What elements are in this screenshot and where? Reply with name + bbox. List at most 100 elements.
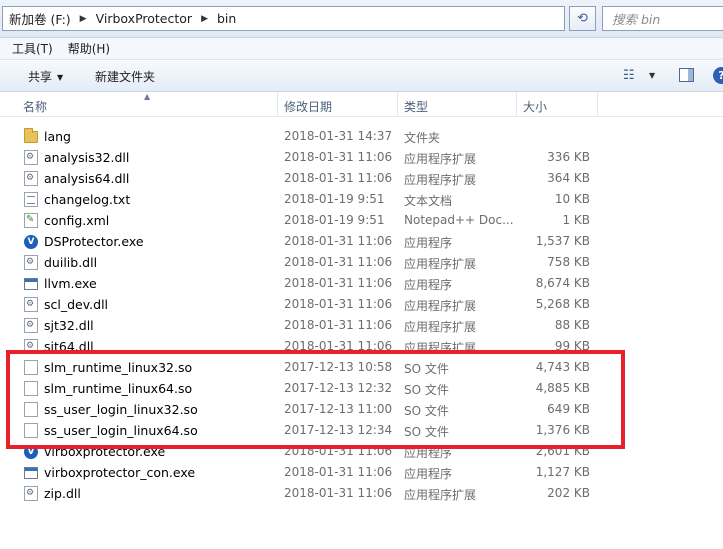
file-name: slm_runtime_linux64.so [44, 381, 193, 396]
file-size: 364 KB [547, 171, 590, 185]
search-placeholder: 搜索 bin [612, 12, 661, 27]
file-date: 2018-01-31 11:06 [284, 171, 393, 185]
file-row[interactable]: sjt32.dll 2018-01-31 11:06 应用程序扩展 88 KB [0, 315, 723, 336]
file-size: 336 KB [547, 150, 590, 164]
file-row[interactable]: analysis32.dll 2018-01-31 11:06 应用程序扩展 336 … [0, 147, 723, 168]
file-name: ss_user_login_linux32.so [44, 402, 198, 417]
file-row[interactable]: lang 2018-01-31 14:37 文件夹 [0, 126, 723, 147]
menu-tools[interactable]: 工具(T) [12, 40, 53, 57]
file-type: 应用程序 [404, 446, 453, 460]
file-type: 应用程序 [404, 236, 453, 250]
file-row[interactable]: ss_user_login_linux64.so 2017-12-13 12:34… [0, 420, 723, 441]
address-bar-row: 新加卷 (F:) ▶ VirboxProtector ▶ bin ⟲ 搜索 bi… [0, 0, 723, 38]
preview-pane-icon[interactable] [679, 68, 694, 82]
refresh-button[interactable]: ⟲ [569, 6, 596, 31]
file-row[interactable]: zip.dll 2018-01-31 11:06 应用程序扩展 202 KB [0, 483, 723, 504]
file-name: scl_dev.dll [44, 297, 109, 312]
column-header-row: ▲ 名称 修改日期 类型 大小 [0, 92, 723, 117]
column-size[interactable]: 大小 [523, 98, 547, 115]
file-row[interactable]: ss_user_login_linux32.so 2017-12-13 11:00… [0, 399, 723, 420]
file-name: sjt32.dll [44, 318, 94, 333]
file-date: 2018-01-31 11:06 [284, 297, 393, 311]
breadcrumb-separator-icon[interactable]: ▶ [201, 14, 208, 24]
breadcrumb-virboxprotector[interactable]: VirboxProtector [96, 11, 192, 26]
column-date[interactable]: 修改日期 [284, 98, 332, 115]
view-chevron-down-icon[interactable]: ▼ [649, 71, 655, 80]
dll-icon [24, 318, 38, 333]
share-button[interactable]: 共享 ▼ [28, 68, 63, 85]
file-date: 2017-12-13 11:00 [284, 402, 393, 416]
file-date: 2018-01-31 11:06 [284, 465, 393, 479]
file-type: SO 文件 [404, 425, 449, 439]
file-name: analysis32.dll [44, 150, 130, 165]
dll-icon [24, 255, 38, 270]
virbox-exe-icon: V [24, 445, 38, 459]
file-type: 应用程序扩展 [404, 152, 477, 166]
chevron-down-icon: ▼ [57, 73, 64, 82]
file-row[interactable]: Vvirboxprotector.exe 2018-01-31 11:06 应用程序… [0, 441, 723, 462]
file-name: duilib.dll [44, 255, 98, 270]
file-name: zip.dll [44, 486, 81, 501]
file-icon [24, 423, 38, 438]
file-icon [24, 360, 38, 375]
new-folder-button[interactable]: 新建文件夹 [95, 68, 155, 85]
file-size: 8,674 KB [535, 276, 590, 290]
file-date: 2017-12-13 12:34 [284, 423, 393, 437]
file-type: 应用程序扩展 [404, 488, 477, 502]
file-type: 应用程序扩展 [404, 299, 477, 313]
file-type: 应用程序扩展 [404, 320, 477, 334]
file-size: 1,127 KB [535, 465, 590, 479]
file-name: config.xml [44, 213, 110, 228]
file-date: 2018-01-31 11:06 [284, 234, 393, 248]
file-date: 2018-01-31 11:06 [284, 150, 393, 164]
file-row[interactable]: scl_dev.dll 2018-01-31 11:06 应用程序扩展 5,268 K… [0, 294, 723, 315]
column-divider[interactable] [597, 92, 598, 117]
file-row[interactable]: V DSProtector.exe 2018-01-31 11:06 应用程序 1,53… [0, 231, 723, 252]
file-row[interactable]: duilib.dll 2018-01-31 11:06 应用程序扩展 758 KB [0, 252, 723, 273]
file-row[interactable]: llvm.exe 2018-01-31 11:06 应用程序 8,674 KB [0, 273, 723, 294]
search-input[interactable]: 搜索 bin [602, 6, 723, 31]
column-divider[interactable] [397, 92, 398, 117]
dll-icon [24, 486, 38, 501]
file-row[interactable]: virboxprotector_con.exe 2018-01-31 11:06 应… [0, 462, 723, 483]
file-name: analysis64.dll [44, 171, 130, 186]
file-date: 2018-01-19 9:51 [284, 213, 385, 227]
file-list: lang 2018-01-31 14:37 文件夹 analysis32.dll 20… [0, 126, 723, 504]
file-size: 4,743 KB [535, 360, 590, 374]
column-divider[interactable] [516, 92, 517, 117]
txt-icon [24, 192, 38, 207]
file-row[interactable]: changelog.txt 2018-01-19 9:51 文本文档 10 KB [0, 189, 723, 210]
view-options-icon[interactable]: ☷ [623, 68, 635, 83]
file-type: SO 文件 [404, 362, 449, 376]
file-date: 2017-12-13 12:32 [284, 381, 393, 395]
column-divider[interactable] [277, 92, 278, 117]
column-type[interactable]: 类型 [404, 98, 428, 115]
file-name: virboxprotector.exe [44, 444, 166, 459]
window-exe-icon [24, 467, 38, 479]
file-row[interactable]: sjt64.dll 2018-01-31 11:06 应用程序扩展 99 KB [0, 336, 723, 357]
file-date: 2018-01-31 11:06 [284, 486, 393, 500]
help-icon[interactable]: ? [713, 67, 723, 84]
menu-bar: 工具(T) 帮助(H) [0, 38, 723, 60]
breadcrumb-drive[interactable]: 新加卷 (F:) [9, 9, 71, 28]
file-name: DSProtector.exe [44, 234, 144, 249]
file-date: 2018-01-31 11:06 [284, 318, 393, 332]
command-toolbar: 共享 ▼ 新建文件夹 ☷ ▼ ? [0, 60, 723, 92]
menu-help[interactable]: 帮助(H) [68, 40, 110, 57]
column-name[interactable]: 名称 [23, 98, 47, 115]
breadcrumb-separator-icon[interactable]: ▶ [80, 14, 87, 24]
file-row[interactable]: config.xml 2018-01-19 9:51 Notepad++ Doc..… [0, 210, 723, 231]
file-row[interactable]: slm_runtime_linux64.so 2017-12-13 12:32 SO… [0, 378, 723, 399]
file-row[interactable]: analysis64.dll 2018-01-31 11:06 应用程序扩展 364 … [0, 168, 723, 189]
file-icon [24, 381, 38, 396]
file-date: 2017-12-13 10:58 [284, 360, 393, 374]
breadcrumb-bin[interactable]: bin [217, 11, 236, 26]
file-name: lang [44, 129, 71, 144]
file-size: 202 KB [547, 486, 590, 500]
file-size: 1 KB [562, 213, 590, 227]
address-bar[interactable]: 新加卷 (F:) ▶ VirboxProtector ▶ bin [2, 6, 565, 31]
sort-up-icon: ▲ [144, 92, 151, 101]
file-date: 2018-01-31 11:06 [284, 255, 393, 269]
file-name: ss_user_login_linux64.so [44, 423, 198, 438]
file-row[interactable]: slm_runtime_linux32.so 2017-12-13 10:58 SO… [0, 357, 723, 378]
